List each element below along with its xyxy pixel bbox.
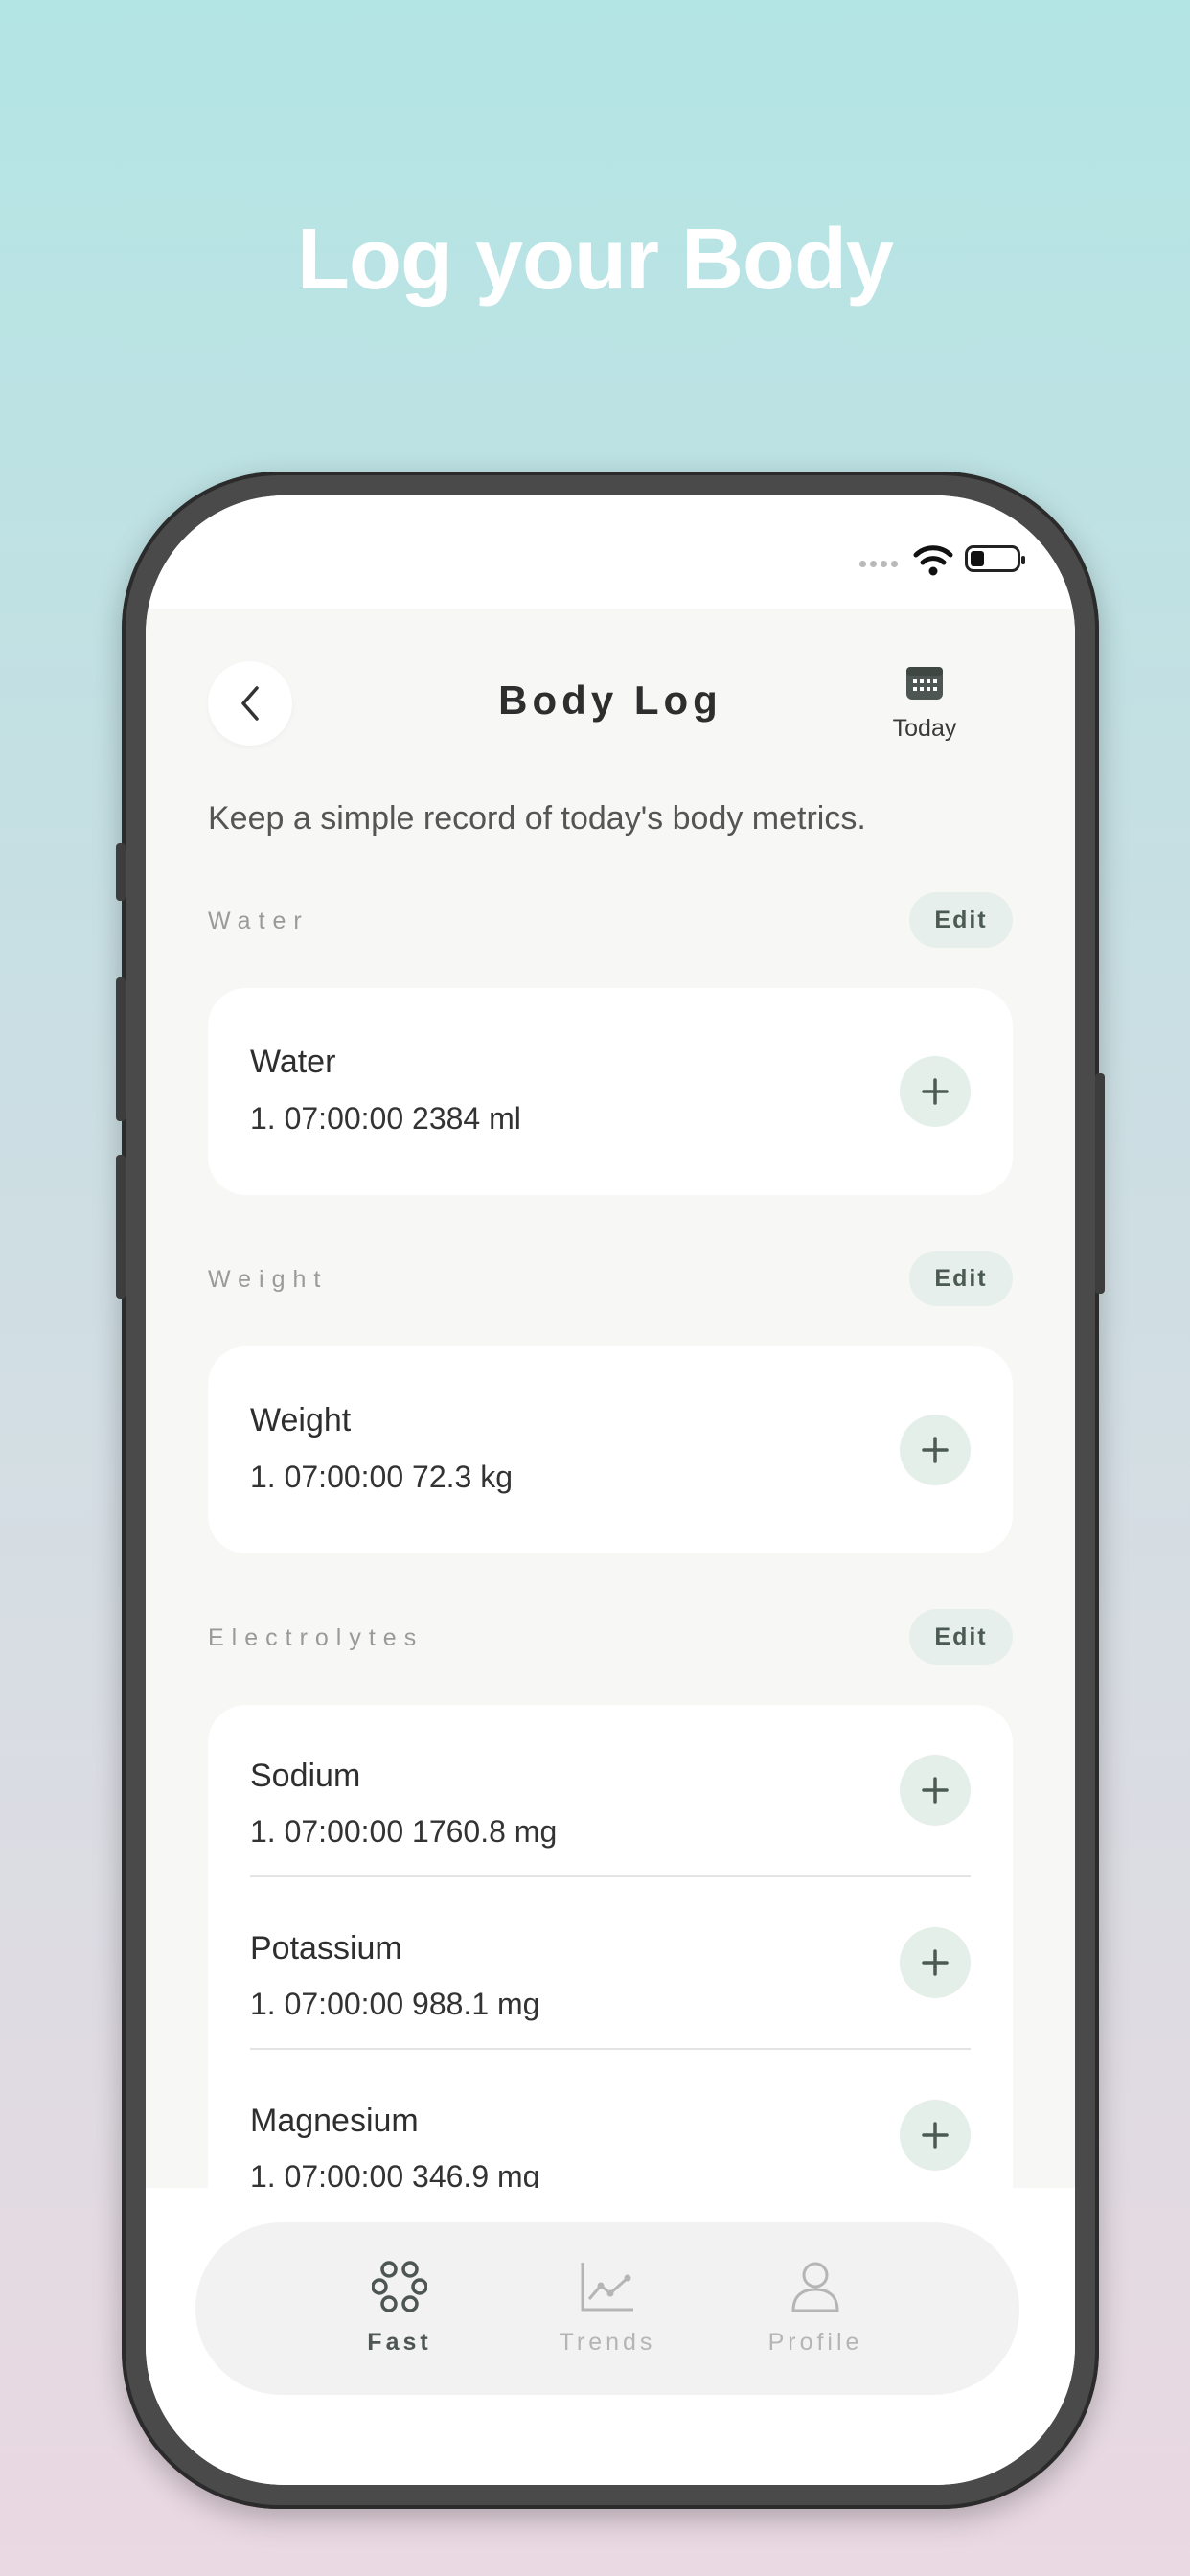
edit-electrolytes-button[interactable]: Edit <box>909 1609 1013 1665</box>
plus-icon <box>922 2122 949 2149</box>
tab-label: Fast <box>367 2329 432 2356</box>
list-item: Water 1. 07:00:00 2384 ml <box>208 988 1013 1195</box>
section-title: Water <box>208 908 309 934</box>
tab-bar: Fast Trends Profile <box>195 2222 1019 2395</box>
plus-icon <box>922 1437 949 1463</box>
metric-value: 1. 07:00:00 988.1 mg <box>250 1987 540 2021</box>
tab-bar-container: Fast Trends Profile <box>146 2188 1075 2485</box>
add-weight-button[interactable] <box>900 1414 971 1485</box>
list-item: Weight 1. 07:00:00 72.3 kg <box>208 1346 1013 1553</box>
metric-value: 1. 07:00:00 2384 ml <box>250 1101 521 1136</box>
cellular-signal-icon <box>859 561 898 567</box>
calendar-icon <box>906 667 943 700</box>
today-label: Today <box>892 715 957 742</box>
section-title: Weight <box>208 1266 329 1293</box>
today-button[interactable]: Today <box>872 664 977 743</box>
metric-name: Potassium <box>250 1930 402 1966</box>
section-header-water: Water Edit <box>208 892 1013 948</box>
list-item: Sodium 1. 07:00:00 1760.8 mg <box>208 1705 1013 1877</box>
add-potassium-button[interactable] <box>900 1927 971 1998</box>
metric-name: Sodium <box>250 1758 361 1794</box>
metric-name: Magnesium <box>250 2103 419 2139</box>
section-header-electrolytes: Electrolytes Edit <box>208 1609 1013 1665</box>
add-sodium-button[interactable] <box>900 1755 971 1826</box>
tab-fast[interactable]: Fast <box>304 2261 495 2357</box>
headline: Log your Body <box>297 212 894 308</box>
electrolytes-card: Sodium 1. 07:00:00 1760.8 mg Potassium 1… <box>208 1705 1013 2242</box>
edit-water-button[interactable]: Edit <box>909 892 1013 948</box>
wifi-icon <box>913 545 953 576</box>
metric-name: Water <box>250 1044 336 1080</box>
status-bar <box>146 495 1075 609</box>
profile-icon <box>791 2262 839 2312</box>
tab-trends[interactable]: Trends <box>512 2261 703 2357</box>
trends-icon <box>581 2263 633 2312</box>
section-title: Electrolytes <box>208 1624 424 1651</box>
battery-icon <box>965 545 1025 572</box>
volume-down-button <box>116 1155 126 1299</box>
list-item: Potassium 1. 07:00:00 988.1 mg <box>208 1877 1013 2050</box>
power-button <box>1095 1073 1105 1294</box>
metric-value: 1. 07:00:00 1760.8 mg <box>250 1814 558 1849</box>
mute-switch <box>116 843 126 901</box>
volume-up-button <box>116 978 126 1121</box>
tab-label: Profile <box>767 2329 863 2356</box>
plus-icon <box>922 1949 949 1976</box>
phone-screen: Body Log Today Keep a simple record of t… <box>146 495 1075 2485</box>
metric-value: 1. 07:00:00 72.3 kg <box>250 1460 513 1494</box>
edit-weight-button[interactable]: Edit <box>909 1251 1013 1306</box>
add-magnesium-button[interactable] <box>900 2100 971 2171</box>
tab-label: Trends <box>559 2329 656 2356</box>
plus-icon <box>922 1078 949 1105</box>
section-header-weight: Weight Edit <box>208 1251 1013 1306</box>
weight-card: Weight 1. 07:00:00 72.3 kg <box>208 1346 1013 1553</box>
tab-profile[interactable]: Profile <box>720 2261 911 2357</box>
water-card: Water 1. 07:00:00 2384 ml <box>208 988 1013 1195</box>
plus-icon <box>922 1777 949 1804</box>
body-log-screen: Body Log Today Keep a simple record of t… <box>146 609 1075 2242</box>
page-subtitle: Keep a simple record of today's body met… <box>208 800 866 837</box>
add-water-button[interactable] <box>900 1056 971 1127</box>
metric-name: Weight <box>250 1402 352 1438</box>
fast-icon <box>371 2261 428 2312</box>
